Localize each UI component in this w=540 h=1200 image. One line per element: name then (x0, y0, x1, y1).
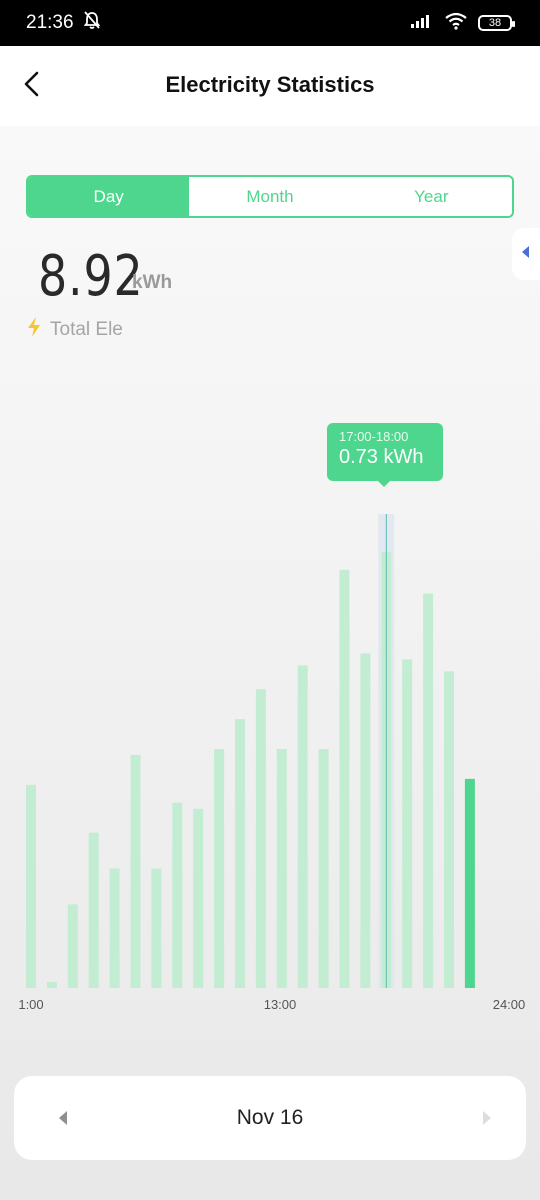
chart-bar-14[interactable] (297, 665, 308, 988)
chart-bar-12[interactable] (255, 689, 266, 988)
chart-bar-9[interactable] (193, 808, 204, 988)
battery-icon: 38 (478, 15, 515, 31)
date-next-button[interactable] (482, 1110, 492, 1131)
side-drawer-handle[interactable] (512, 228, 540, 280)
chart-bar-20[interactable] (423, 593, 434, 988)
lightning-icon (26, 316, 42, 343)
x-tick-label: 24:00 (493, 997, 526, 1012)
total-label: Total Ele (50, 318, 123, 340)
chart-bar-19[interactable] (402, 659, 413, 988)
chart-bar-4[interactable] (88, 832, 99, 988)
chart-bar-2[interactable] (46, 982, 57, 988)
signal-icon (410, 13, 434, 34)
date-prev-button[interactable] (58, 1110, 68, 1131)
status-right: 38 (410, 12, 515, 35)
chart-bar-11[interactable] (235, 719, 245, 988)
chart-bar-8[interactable] (172, 802, 183, 988)
status-time: 21:36 (26, 12, 74, 33)
chart-bar-5[interactable] (109, 868, 120, 989)
status-left: 21:36 (26, 10, 102, 36)
page-title: Electricity Statistics (165, 72, 375, 97)
chart-bar-1[interactable] (26, 784, 36, 988)
date-navigator: Nov 16 (14, 1076, 526, 1160)
chart-bar-10[interactable] (214, 749, 225, 988)
tab-month[interactable]: Month (189, 177, 350, 216)
chart-bar-3[interactable] (67, 904, 78, 988)
app-header: Electricity Statistics (0, 46, 540, 126)
total-value: 8.92 (38, 244, 144, 309)
period-tabs: Day Month Year (26, 175, 514, 218)
tooltip-value: 0.73 kWh (339, 446, 424, 468)
x-tick-label: 13:00 (264, 997, 297, 1012)
tab-year[interactable]: Year (351, 177, 512, 216)
alarm-off-icon (82, 10, 102, 36)
triangle-right-icon (483, 1111, 491, 1125)
chart-bar-15[interactable] (318, 749, 329, 988)
battery-level: 38 (488, 17, 502, 29)
total-unit: kWh (132, 272, 173, 293)
chart-bar-22[interactable] (464, 778, 475, 988)
date-label: Nov 16 (236, 1106, 304, 1129)
triangle-left-icon (59, 1111, 67, 1125)
chart-bar-17[interactable] (360, 653, 371, 988)
tooltip-time: 17:00-18:00 (339, 429, 409, 444)
total-label-row: Total Ele (26, 316, 123, 343)
x-tick-label: 1:00 (18, 997, 43, 1012)
chart-bar-7[interactable] (151, 868, 162, 989)
hourly-usage-chart[interactable]: 1:00 13:00 24:00 (0, 400, 540, 1020)
chart-tooltip: 17:00-18:00 0.73 kWh (327, 423, 443, 487)
chart-bar-13[interactable] (276, 749, 287, 988)
triangle-left-icon (521, 245, 531, 264)
chart-bar-6[interactable] (130, 754, 141, 988)
chart-bar-21[interactable] (444, 671, 454, 988)
status-bar: 21:36 38 (0, 0, 540, 46)
chart-bar-16[interactable] (339, 569, 350, 988)
tab-day[interactable]: Day (28, 177, 190, 216)
wifi-icon (444, 12, 468, 35)
